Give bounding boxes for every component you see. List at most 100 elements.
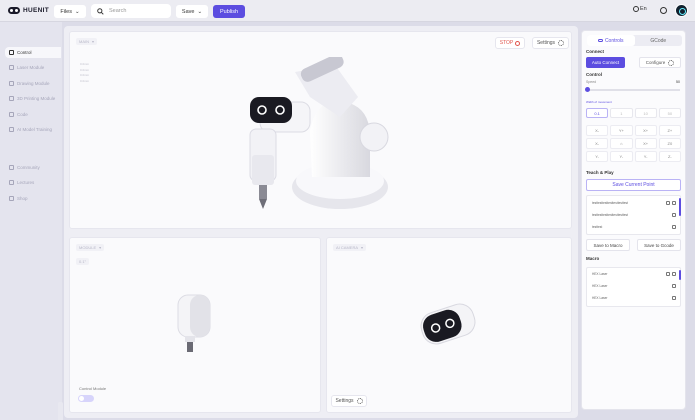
jog-button[interactable]: Y+ xyxy=(610,125,633,136)
scrollbar[interactable] xyxy=(679,198,681,216)
macro-list: HEX Laser HEX Laser HEX Laser xyxy=(586,267,681,307)
jog-button[interactable]: X+ xyxy=(634,138,657,149)
brand-name: HUENIT xyxy=(23,7,49,14)
list-item[interactable]: HEX Laser xyxy=(592,294,676,302)
main-view-tag-label: MAIN xyxy=(79,39,89,44)
jog-button[interactable]: X- xyxy=(586,125,609,136)
edit-icon[interactable] xyxy=(666,272,670,276)
scrollbar[interactable] xyxy=(679,270,681,280)
settings-label: Settings xyxy=(536,40,556,46)
list-item[interactable]: HEX Laser xyxy=(592,282,676,290)
avatar[interactable] xyxy=(675,4,688,17)
jog-button[interactable]: Z- xyxy=(658,151,681,162)
trash-icon[interactable] xyxy=(672,213,676,217)
files-menu-button[interactable]: Files ⌄ xyxy=(54,5,86,18)
jog-button[interactable]: Y- xyxy=(634,151,657,162)
camera-settings-button[interactable]: Settings xyxy=(331,395,367,407)
control-heading: Control xyxy=(586,72,602,77)
auto-connect-button[interactable]: Auto Connect xyxy=(586,57,625,68)
module-sub-tag-label: 0.1° xyxy=(79,259,87,264)
tab-label: GCode xyxy=(650,37,667,44)
jog-button[interactable]: X- xyxy=(586,138,609,149)
sidebar-collapse-handle[interactable] xyxy=(58,402,63,420)
list-item[interactable]: testtesttesttesttesttesttest xyxy=(592,211,676,219)
gear-icon xyxy=(558,40,565,46)
trash-icon[interactable] xyxy=(672,296,676,300)
speed-slider-handle[interactable] xyxy=(585,87,590,92)
trash-icon[interactable] xyxy=(672,272,676,276)
camera-view-tag[interactable]: AI CAMERA ▾ xyxy=(333,244,367,251)
language-selector[interactable]: En xyxy=(633,6,647,12)
sidebar-item-label: Community xyxy=(17,165,40,170)
jog-button[interactable]: Y- xyxy=(586,151,609,162)
shop-icon xyxy=(9,196,14,201)
saved-points-list: testtesttesttesttesttesttest testtesttes… xyxy=(586,195,681,235)
stop-button[interactable]: STOP xyxy=(495,37,525,49)
sidebar-item-control[interactable]: Control xyxy=(5,47,61,58)
ai-camera-view[interactable]: AI CAMERA ▾ Settings xyxy=(326,237,572,413)
jog-pad: X- Y+ X+ Z+ X- ⌂ X+ Z0 Y- Y- Y- Z- xyxy=(586,125,681,162)
pen-icon xyxy=(9,81,14,86)
macro-name: HEX Laser xyxy=(592,296,608,300)
list-item[interactable]: testtest xyxy=(592,223,676,231)
brand-logo[interactable]: HUENIT xyxy=(8,7,49,14)
module-view-tag[interactable]: MODULE ▾ xyxy=(76,244,105,251)
robot-arm-image xyxy=(249,57,389,209)
module-view[interactable]: MODULE ▾ 0.1° Control Module xyxy=(69,237,321,413)
jog-button[interactable]: Z+ xyxy=(658,125,681,136)
width-option[interactable]: 1 xyxy=(610,108,633,118)
jog-button[interactable]: Y- xyxy=(610,151,633,162)
point-name: testtesttesttesttesttesttest xyxy=(592,201,628,205)
configure-button[interactable]: Configure xyxy=(639,57,681,68)
edit-icon[interactable] xyxy=(666,201,670,205)
module-sub-tag: 0.1° xyxy=(76,258,90,265)
sidebar-item-community[interactable]: Community xyxy=(5,162,61,173)
movement-width-selector: 0.1 1 10 50 xyxy=(586,108,681,118)
sidebar-item-ai-model-training[interactable]: AI Model Training xyxy=(5,124,61,135)
publish-button[interactable]: Publish xyxy=(213,5,245,18)
sidebar-item-drawing-module[interactable]: Drawing Module xyxy=(5,78,61,89)
list-item[interactable]: HEX Laser xyxy=(592,270,676,278)
ai-camera-image xyxy=(420,303,476,345)
width-option[interactable]: 10 xyxy=(634,108,657,118)
cube-icon xyxy=(9,96,14,101)
trash-icon[interactable] xyxy=(672,225,676,229)
trash-icon[interactable] xyxy=(672,201,676,205)
save-to-macro-button[interactable]: Save to Macro xyxy=(586,239,630,251)
list-item[interactable]: testtesttesttesttesttesttest xyxy=(592,199,676,207)
coordinate-line: 0.0mm xyxy=(80,62,90,66)
workspace: MAIN ▾ 0.0mm 0.0mm 0.0mm 0.0mm STOP Sett… xyxy=(64,26,578,418)
sidebar-item-label: Drawing Module xyxy=(17,81,50,86)
speed-slider[interactable] xyxy=(586,89,680,91)
search-input[interactable]: Search xyxy=(91,4,171,18)
sidebar-item-code[interactable]: Code xyxy=(5,109,61,120)
save-to-gcode-button[interactable]: Save to Gcode xyxy=(637,239,681,251)
macro-name: HEX Laser xyxy=(592,284,608,288)
macro-heading: Macro xyxy=(586,256,600,261)
main-settings-button[interactable]: Settings xyxy=(532,37,569,49)
trash-icon[interactable] xyxy=(672,284,676,288)
width-option[interactable]: 50 xyxy=(658,108,681,118)
tab-gcode[interactable]: GCode xyxy=(635,35,683,46)
help-icon[interactable] xyxy=(660,7,667,14)
logo-icon xyxy=(8,7,20,14)
sidebar-item-shop[interactable]: Shop xyxy=(5,193,61,204)
sidebar-item-laser-module[interactable]: Laser Module xyxy=(5,62,61,73)
control-module-toggle[interactable] xyxy=(78,395,94,402)
tab-controls[interactable]: Controls xyxy=(587,35,635,46)
configure-label: Configure xyxy=(645,60,666,65)
width-option[interactable]: 0.1 xyxy=(586,108,609,118)
home-button[interactable]: ⌂ xyxy=(610,138,633,149)
jog-button[interactable]: Z0 xyxy=(658,138,681,149)
gear-icon xyxy=(356,398,363,404)
jog-button[interactable]: X+ xyxy=(634,125,657,136)
save-current-point-button[interactable]: Save Current Point xyxy=(586,179,681,191)
sidebar-item-3d-printing-module[interactable]: 3D Printing Module xyxy=(5,93,61,104)
sidebar-item-label: Lectures xyxy=(17,180,35,185)
main-3d-view[interactable]: MAIN ▾ 0.0mm 0.0mm 0.0mm 0.0mm STOP Sett… xyxy=(69,31,572,229)
chevron-down-icon: ▾ xyxy=(99,245,102,250)
sidebar-item-lectures[interactable]: Lectures xyxy=(5,177,61,188)
save-menu-button[interactable]: Save ⌄ xyxy=(176,5,208,18)
top-bar: HUENIT Files ⌄ Search Save ⌄ Publish En xyxy=(0,0,695,22)
main-view-tag[interactable]: MAIN ▾ xyxy=(76,38,98,45)
